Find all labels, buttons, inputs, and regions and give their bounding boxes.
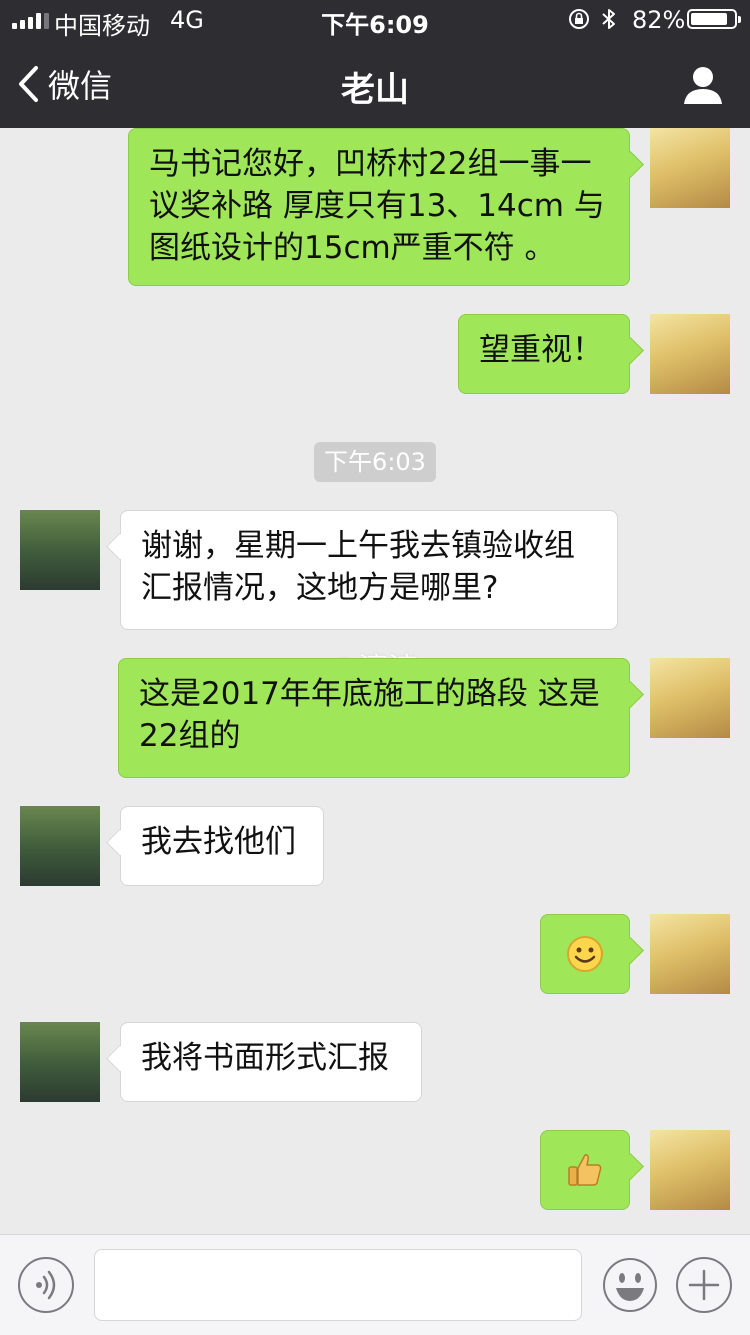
contact-profile-icon[interactable] [682, 64, 724, 106]
battery-percentage: 82% [632, 6, 686, 34]
input-toolbar [0, 1234, 750, 1335]
my-avatar[interactable] [650, 128, 730, 208]
back-label: 微信 [48, 67, 113, 105]
contact-avatar[interactable] [20, 806, 100, 886]
back-button[interactable]: 微信 [16, 62, 112, 106]
message-bubble[interactable]: 这是2017年年底施工的路段 这是22组的 [118, 658, 630, 778]
plus-icon [688, 1269, 720, 1301]
message-bubble[interactable] [540, 914, 630, 994]
message-text: 我去找他们 [141, 824, 296, 860]
message-timestamp: 下午6:03 [314, 442, 436, 482]
message-bubble[interactable]: 谢谢，星期一上午我去镇验收组汇报情况，这地方是哪里? [120, 510, 618, 630]
chat-area[interactable]: 马书记您好，凹桥村22组一事一议奖补路 厚度只有13、14cm 与图纸设计的15… [0, 128, 750, 1234]
emoji-icon [603, 1258, 657, 1312]
battery-icon [687, 9, 741, 29]
message-text: 这是2017年年底施工的路段 这是22组的 [139, 676, 600, 754]
message-text: 谢谢，星期一上午我去镇验收组汇报情况，这地方是哪里? [141, 528, 575, 606]
status-bar: 中国移动 4G 下午6:09 82% [0, 0, 750, 40]
voice-input-button[interactable] [18, 1257, 74, 1313]
my-avatar[interactable] [650, 314, 730, 394]
message-bubble[interactable]: 我将书面形式汇报 [120, 1022, 422, 1102]
smile-emoji-icon [567, 936, 603, 972]
navigation-bar: 微信 老山 [0, 40, 750, 128]
message-text: 望重视！ [479, 332, 603, 368]
rotation-lock-icon [569, 9, 589, 29]
message-bubble[interactable] [540, 1130, 630, 1210]
chevron-left-icon [19, 66, 38, 102]
bluetooth-icon [602, 9, 615, 29]
contact-avatar[interactable] [20, 1022, 100, 1102]
my-avatar[interactable] [650, 658, 730, 738]
emoji-button[interactable] [602, 1257, 658, 1313]
my-avatar[interactable] [650, 1130, 730, 1210]
message-text: 马书记您好，凹桥村22组一事一议奖补路 厚度只有13、14cm 与图纸设计的15… [149, 146, 605, 266]
message-bubble[interactable]: 我去找他们 [120, 806, 324, 886]
message-text: 我将书面形式汇报 [141, 1040, 389, 1076]
message-bubble[interactable]: 马书记您好，凹桥村22组一事一议奖补路 厚度只有13、14cm 与图纸设计的15… [128, 128, 630, 286]
chat-title: 老山 [341, 70, 409, 110]
my-avatar[interactable] [650, 914, 730, 994]
message-bubble[interactable]: 望重视！ [458, 314, 630, 394]
contact-avatar[interactable] [20, 510, 100, 590]
voice-icon [36, 1270, 56, 1300]
thumbs-up-emoji-icon [568, 1154, 602, 1186]
message-input[interactable] [94, 1249, 582, 1321]
more-options-button[interactable] [676, 1257, 732, 1313]
